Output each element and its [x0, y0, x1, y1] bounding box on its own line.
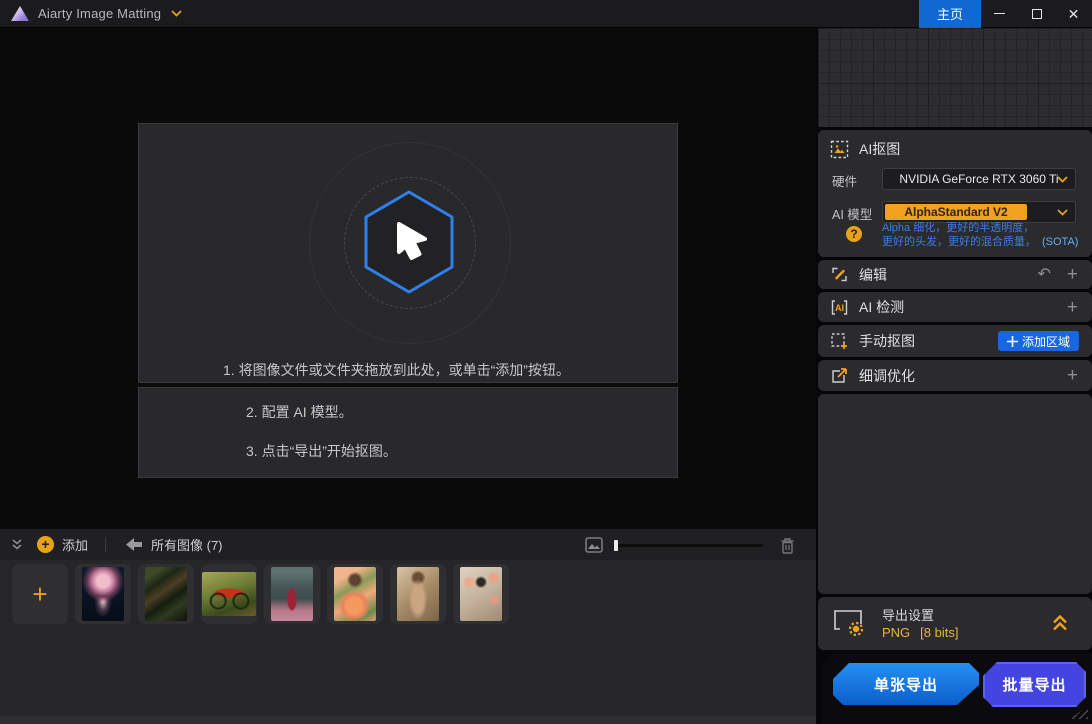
- close-button[interactable]: ✕: [1055, 0, 1092, 28]
- minimize-icon: [994, 13, 1005, 15]
- export-settings-title: 导出设置: [882, 605, 934, 624]
- close-icon: ✕: [1068, 7, 1080, 21]
- ai-detect-section[interactable]: AI AI 检测 +: [818, 292, 1092, 322]
- properties-panel-empty: [818, 394, 1092, 594]
- transparency-preview-grid: [818, 28, 1092, 127]
- thumbnail[interactable]: [75, 564, 131, 624]
- add-images-button[interactable]: +: [37, 536, 54, 553]
- collapse-filmstrip-icon[interactable]: [11, 538, 23, 551]
- refine-resize-icon: [830, 366, 849, 385]
- image-size-icon: [585, 537, 603, 553]
- export-bit-depth: [8 bits]: [920, 625, 958, 640]
- model-label: AI 模型: [832, 204, 872, 223]
- thumbnail-image: [334, 567, 376, 621]
- app-title: Aiarty Image Matting: [38, 6, 161, 21]
- crosshair-plus-icon: [1007, 336, 1018, 347]
- collapse-export-icon[interactable]: [1050, 614, 1070, 632]
- plus-icon: +: [32, 581, 47, 607]
- hardware-dropdown[interactable]: NVIDIA GeForce RTX 3060 Ti: [882, 168, 1076, 190]
- model-description-line1: Alpha 细化，更好的半透明度，: [882, 222, 1078, 236]
- sota-tag: (SOTA): [1042, 236, 1078, 248]
- export-format: PNG [8 bits]: [882, 625, 958, 640]
- export-dock: 单张导出 批量导出: [822, 653, 1092, 724]
- thumbnail-zoom-control: [585, 529, 763, 561]
- model-dropdown[interactable]: AlphaStandard V2: [882, 201, 1076, 223]
- dropzone-step1-text: 1. 将图像文件或文件夹拖放到此处，或单击“添加”按钮。: [223, 360, 570, 380]
- add-image-card[interactable]: +: [12, 564, 68, 624]
- hardware-value: NVIDIA GeForce RTX 3060 Ti: [899, 172, 1058, 186]
- titlebar: Aiarty Image Matting 主页 ✕: [0, 0, 1092, 28]
- add-region-button[interactable]: 添加区域: [998, 331, 1079, 351]
- export-format-value: PNG: [882, 625, 910, 640]
- thumbnail[interactable]: [390, 564, 446, 624]
- resize-grip[interactable]: [1070, 706, 1088, 719]
- model-description-line2: 更好的头发，更好的混合质量，(SOTA): [882, 236, 1078, 250]
- ai-matting-section: AI抠图 硬件 NVIDIA GeForce RTX 3060 Ti AI 模型…: [818, 130, 1092, 257]
- delete-trash-icon[interactable]: [780, 537, 795, 554]
- step3-text: 3. 点击“导出”开始抠图。: [246, 441, 397, 461]
- manual-matting-icon: [830, 332, 849, 351]
- manual-matting-label: 手动抠图: [859, 331, 915, 351]
- manual-matting-section[interactable]: 手动抠图 添加区域: [818, 325, 1092, 357]
- thumbnail-image: [145, 567, 187, 621]
- ai-detect-icon: AI: [830, 298, 849, 317]
- main-canvas: 1. 将图像文件或文件夹拖放到此处，或单击“添加”按钮。 2. 配置 AI 模型…: [0, 28, 816, 528]
- refine-section[interactable]: 细调优化 +: [818, 360, 1092, 391]
- single-export-button[interactable]: 单张导出: [833, 663, 979, 705]
- filmstrip: +: [0, 560, 816, 724]
- svg-text:AI: AI: [835, 303, 844, 313]
- chevron-down-icon: [1057, 176, 1068, 183]
- right-sidebar: AI抠图 硬件 NVIDIA GeForce RTX 3060 Ti AI 模型…: [816, 28, 1092, 724]
- thumbnail-image: [397, 567, 439, 621]
- export-settings-section[interactable]: 导出设置 PNG [8 bits]: [818, 597, 1092, 650]
- app-logo-icon: [11, 6, 29, 21]
- thumbnail[interactable]: [201, 564, 257, 624]
- add-region-label: 添加区域: [1022, 333, 1070, 350]
- refine-label: 细调优化: [859, 366, 915, 386]
- expand-edit-icon[interactable]: +: [1067, 265, 1078, 284]
- thumbnail-image: [271, 567, 313, 621]
- export-settings-icon: [832, 607, 866, 637]
- batch-export-button[interactable]: 批量导出: [983, 662, 1086, 707]
- thumbnail[interactable]: [138, 564, 194, 624]
- chevron-down-icon: [1057, 209, 1068, 216]
- edit-label: 编辑: [859, 265, 887, 285]
- back-arrow-icon[interactable]: [126, 537, 143, 552]
- thumbnail-zoom-slider[interactable]: [613, 544, 763, 547]
- home-button[interactable]: 主页: [919, 0, 981, 28]
- thumbnail[interactable]: [264, 564, 320, 624]
- filmstrip-toolbar: + 添加 所有图像 (7): [0, 528, 816, 560]
- minimize-button[interactable]: [981, 0, 1018, 28]
- model-value-pill: AlphaStandard V2: [885, 204, 1027, 220]
- steps-panel: 2. 配置 AI 模型。 3. 点击“导出”开始抠图。: [138, 387, 678, 478]
- thumbnail-image: [82, 567, 124, 621]
- maximize-button[interactable]: [1018, 0, 1055, 28]
- edit-section[interactable]: 编辑 ↶ +: [818, 260, 1092, 289]
- hardware-label: 硬件: [832, 171, 857, 190]
- thumbnail-image: [202, 572, 256, 616]
- app-window: Aiarty Image Matting 主页 ✕ 1. 将图像文件或文件夹拖放…: [0, 0, 1092, 724]
- ai-detect-label: AI 检测: [859, 297, 904, 317]
- model-description: Alpha 细化，更好的半透明度， 更好的头发，更好的混合质量，(SOTA): [882, 222, 1078, 249]
- add-images-label[interactable]: 添加: [62, 535, 88, 554]
- dropzone-panel[interactable]: 1. 将图像文件或文件夹拖放到此处，或单击“添加”按钮。: [138, 123, 678, 383]
- expand-refine-icon[interactable]: +: [1067, 366, 1078, 385]
- undo-icon[interactable]: ↶: [1037, 267, 1050, 283]
- dropzone-hexagon-cursor-icon: [361, 188, 457, 296]
- thumbnail[interactable]: [453, 564, 509, 624]
- all-images-label[interactable]: 所有图像 (7): [151, 535, 223, 554]
- step2-text: 2. 配置 AI 模型。: [246, 402, 353, 422]
- title-menu-chevron-down-icon[interactable]: [171, 10, 182, 17]
- edit-pencil-icon: [830, 265, 849, 284]
- thumbnail[interactable]: [327, 564, 383, 624]
- thumbnail-image: [460, 567, 502, 621]
- model-help-icon[interactable]: ?: [846, 226, 862, 242]
- ai-matting-icon: [830, 140, 849, 159]
- toolbar-divider: [105, 537, 106, 552]
- maximize-icon: [1032, 9, 1042, 19]
- thumbnail-zoom-slider-handle[interactable]: [614, 540, 618, 551]
- bottom-status-strip: [0, 716, 816, 724]
- ai-matting-title: AI抠图: [859, 139, 900, 159]
- expand-detect-icon[interactable]: +: [1067, 298, 1078, 317]
